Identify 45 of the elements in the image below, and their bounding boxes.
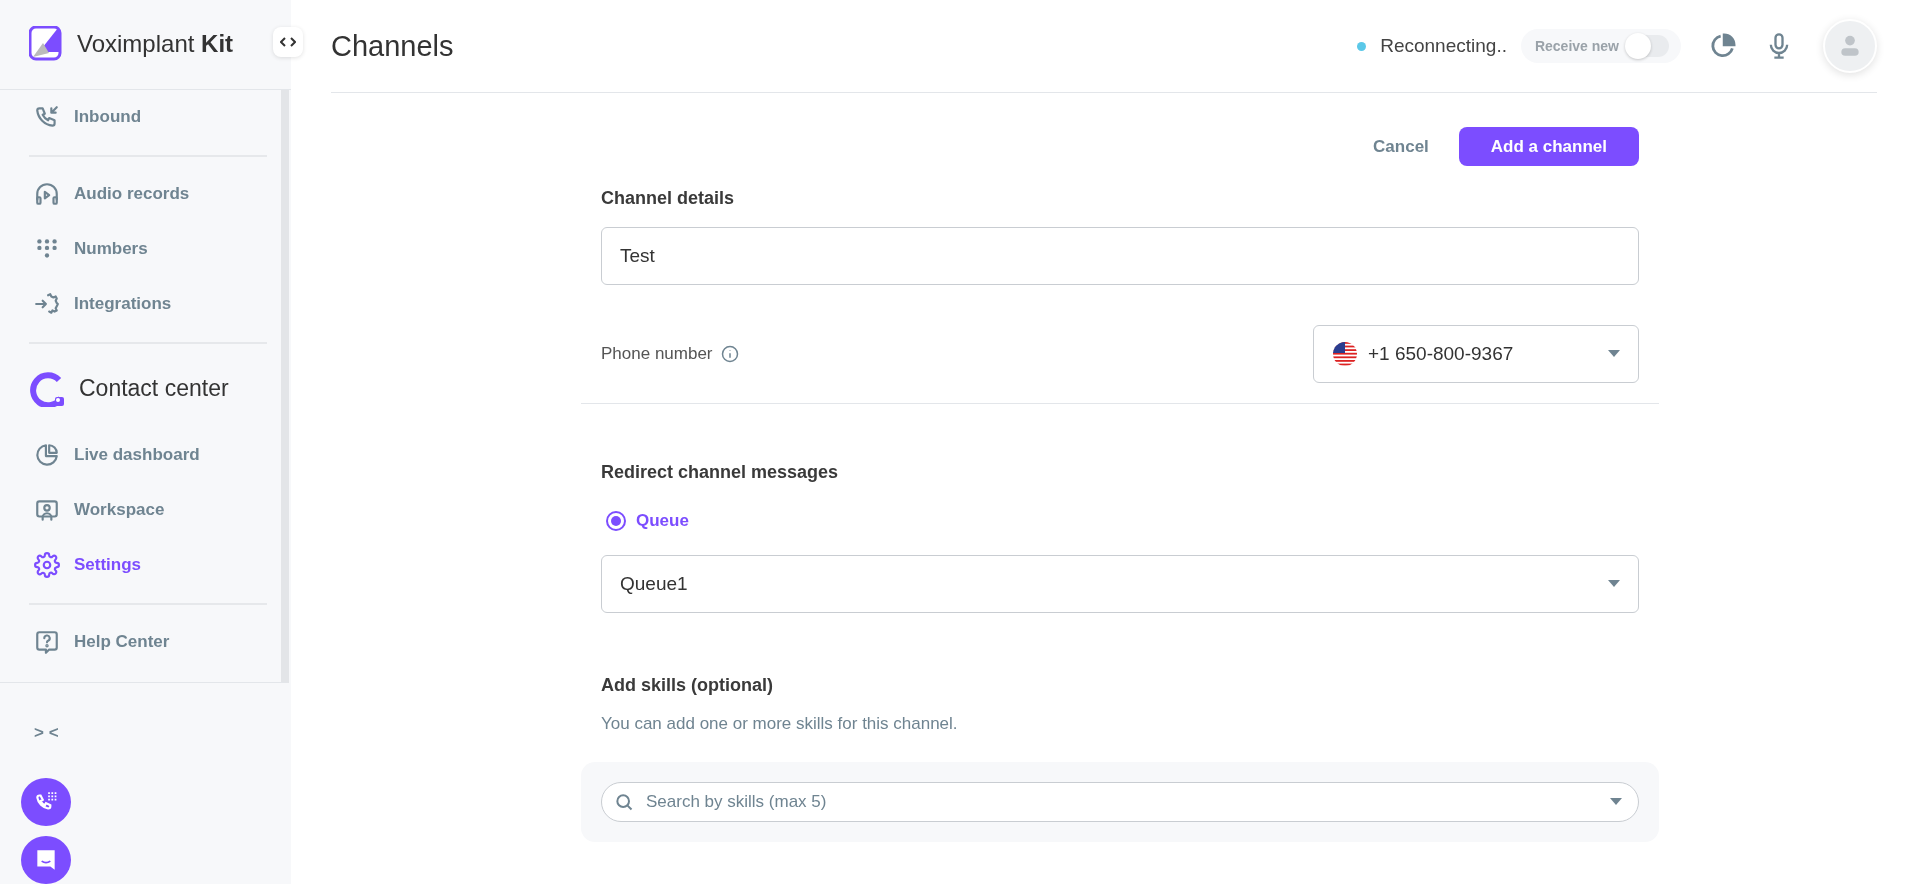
connection-status: Reconnecting..	[1380, 35, 1507, 57]
skills-search-field[interactable]: Search by skills (max 5)	[601, 782, 1639, 822]
caret-icon	[1608, 350, 1620, 358]
caret-icon	[1610, 798, 1622, 806]
chat-button[interactable]	[21, 835, 71, 884]
dashboard-button[interactable]	[1709, 32, 1737, 60]
code-toggle-button[interactable]	[273, 27, 303, 57]
search-icon	[614, 792, 634, 812]
hint-text: You can add one or more skills for this channel.	[601, 714, 959, 734]
sidebar-item[interactable]: Numbers	[0, 221, 281, 277]
section-title: Contact center	[79, 375, 229, 403]
dialer-button[interactable]	[21, 777, 71, 826]
radio-option[interactable]: Queue	[606, 511, 1639, 531]
page-title: Channels	[331, 29, 455, 63]
channel-name-field[interactable]: Test	[601, 227, 1639, 285]
contact-center-logo-icon	[29, 370, 65, 407]
section-heading: Add skills (optional)	[601, 675, 774, 696]
pie-chart-icon	[34, 442, 60, 469]
sidebar-item[interactable]: Settings	[0, 537, 281, 593]
brand-name: Voximplant Kit	[77, 30, 234, 59]
sidebar-item[interactable]: Audio records	[0, 166, 281, 222]
person-screen-icon	[34, 497, 60, 524]
info-icon	[720, 345, 739, 363]
help-icon	[34, 629, 60, 656]
collapse-button[interactable]: > <	[34, 722, 59, 743]
sidebar-item[interactable]: Workspace	[0, 482, 281, 538]
section-heading: Redirect channel messages	[601, 462, 840, 483]
sidebar-item[interactable]: Live dashboard	[0, 427, 281, 483]
queue-select[interactable]: Queue1	[601, 555, 1639, 613]
caret-icon	[1608, 580, 1620, 588]
cancel-button[interactable]: Cancel	[1373, 136, 1429, 157]
sidebar-item[interactable]: Help Center	[0, 614, 281, 670]
add-channel-button[interactable]: Add a channel	[1458, 127, 1639, 166]
skills-search-input[interactable]: Search by skills (max 5)	[644, 791, 1600, 813]
headphones-icon	[34, 181, 60, 208]
phone-number-select[interactable]: +1 650-800-9367	[1313, 325, 1639, 383]
logo-icon	[29, 26, 63, 63]
section-heading: Channel details	[601, 188, 736, 209]
us-flag-icon	[1332, 341, 1358, 367]
field-label: Phone number	[601, 344, 713, 364]
pie-chart-icon	[1709, 32, 1737, 60]
code-icon	[280, 36, 296, 48]
settings-icon	[34, 552, 60, 579]
sidebar-item[interactable]: Inbound	[0, 89, 281, 145]
sidebar-item[interactable]: Integrations	[0, 276, 281, 332]
